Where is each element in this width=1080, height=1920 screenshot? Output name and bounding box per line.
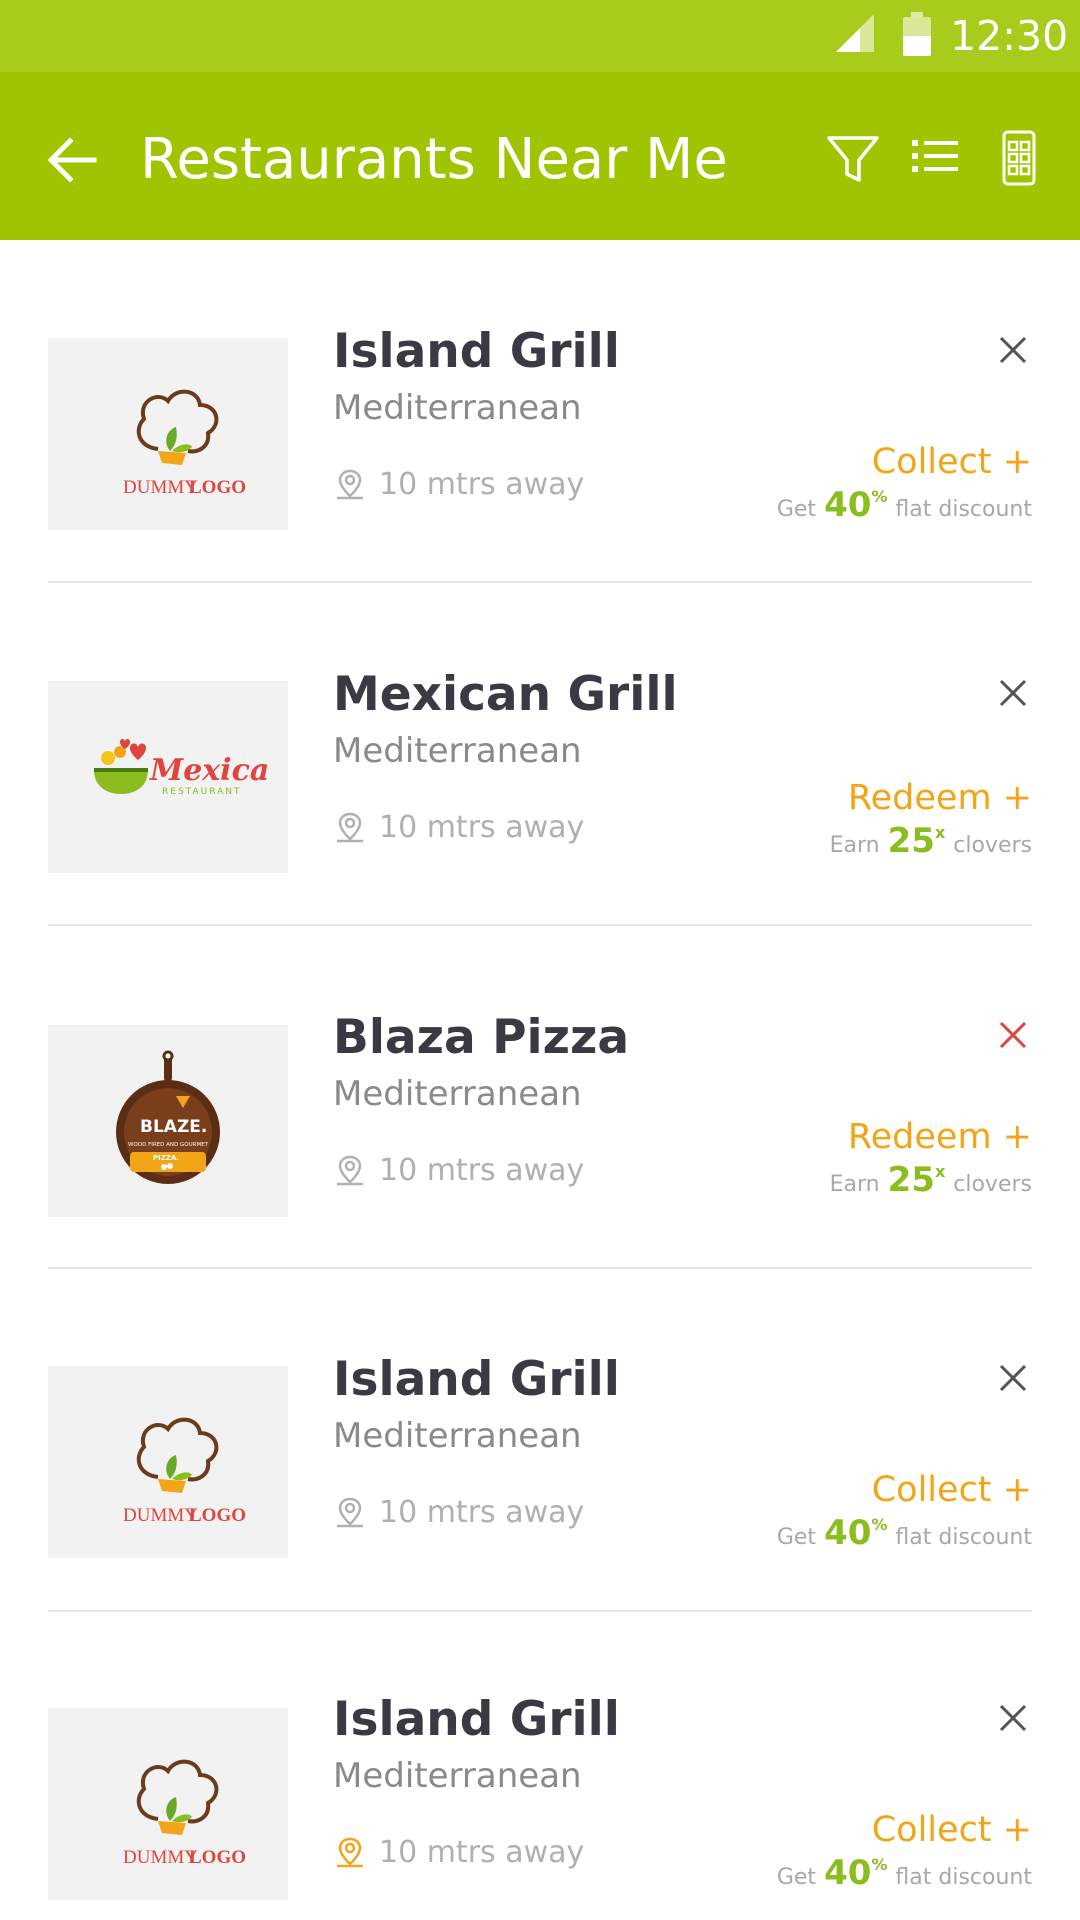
close-icon[interactable]	[995, 1360, 1031, 1396]
list-item[interactable]: DUMMY LOGO Island Grill Mediterranean 10…	[0, 1612, 1080, 1920]
mexican-logo: Mexican RESTAURANT	[94, 739, 268, 797]
distance-row: 10 mtrs away	[333, 1832, 584, 1872]
location-pin-icon	[337, 812, 363, 843]
svg-text:WOOD FIRED AND GOURMET: WOOD FIRED AND GOURMET	[128, 1142, 209, 1148]
restaurant-name: Island Grill	[333, 1692, 620, 1747]
distance-text: 10 mtrs away	[379, 1834, 585, 1870]
status-time: 12:30	[950, 12, 1069, 60]
restaurant-cuisine: Mediterranean	[333, 1756, 582, 1796]
restaurant-cuisine: Mediterranean	[333, 1074, 582, 1114]
svg-text:RESTAURANT: RESTAURANT	[162, 787, 241, 797]
collect-button[interactable]: Collect +	[872, 441, 1032, 483]
restaurant-logo: DUMMY LOGO	[48, 1366, 288, 1558]
chef-hat-logo: DUMMY LOGO	[123, 389, 246, 498]
grid-view-icon[interactable]	[990, 128, 1050, 188]
location-pin-icon	[337, 469, 363, 500]
redeem-button[interactable]: Redeem +	[848, 1116, 1032, 1158]
location-pin-icon	[337, 1155, 363, 1186]
svg-text:DUMMY: DUMMY	[123, 1847, 198, 1868]
close-icon[interactable]	[995, 1017, 1031, 1053]
distance-text: 10 mtrs away	[379, 1152, 585, 1188]
close-icon[interactable]	[995, 675, 1031, 711]
chef-hat-logo: DUMMY LOGO	[123, 1417, 246, 1526]
restaurant-logo: DUMMY LOGO	[48, 338, 288, 530]
restaurant-cuisine: Mediterranean	[333, 1416, 582, 1456]
collect-button[interactable]: Collect +	[872, 1809, 1032, 1851]
location-pin-icon	[337, 1497, 363, 1528]
svg-text:DUMMY: DUMMY	[123, 1505, 198, 1526]
offer-text: Get 40 % flat discount	[776, 1513, 1032, 1553]
distance-text: 10 mtrs away	[379, 809, 585, 845]
restaurant-logo: Mexican RESTAURANT	[48, 681, 288, 873]
svg-text:DUMMY: DUMMY	[123, 477, 198, 498]
distance-text: 10 mtrs away	[379, 1494, 585, 1530]
svg-text:LOGO: LOGO	[189, 477, 246, 498]
restaurant-logo: BLAZE. WOOD FIRED AND GOURMET PIZZA.	[48, 1025, 288, 1217]
restaurant-name: Blaza Pizza	[333, 1010, 630, 1065]
distance-text: 10 mtrs away	[379, 466, 585, 502]
collect-button[interactable]: Collect +	[872, 1469, 1032, 1511]
offer-text: Earn 25 x clovers	[829, 1160, 1032, 1200]
distance-row: 10 mtrs away	[333, 1492, 584, 1532]
list-item[interactable]: DUMMY LOGO Island Grill Mediterranean 10…	[0, 240, 1080, 583]
arrow-left-icon[interactable]	[44, 132, 100, 188]
svg-text:LOGO: LOGO	[189, 1505, 246, 1526]
battery-icon	[903, 12, 931, 56]
close-icon[interactable]	[995, 1700, 1031, 1736]
restaurant-logo: DUMMY LOGO	[48, 1708, 288, 1900]
blaze-pizza-logo: BLAZE. WOOD FIRED AND GOURMET PIZZA.	[116, 1050, 220, 1184]
list-item[interactable]: Mexican RESTAURANT Mexican Grill Mediter…	[0, 583, 1080, 926]
location-pin-icon	[337, 1837, 363, 1868]
funnel-icon[interactable]	[823, 128, 883, 188]
list-view-icon[interactable]	[906, 128, 966, 188]
distance-row: 10 mtrs away	[333, 464, 584, 504]
svg-text:BLAZE.: BLAZE.	[140, 1117, 207, 1137]
app-bar: Restaurants Near Me	[0, 72, 1080, 240]
svg-text:LOGO: LOGO	[189, 1847, 246, 1868]
restaurant-name: Mexican Grill	[333, 667, 678, 722]
chef-hat-logo: DUMMY LOGO	[123, 1759, 246, 1868]
restaurant-cuisine: Mediterranean	[333, 388, 582, 428]
distance-row: 10 mtrs away	[333, 807, 584, 847]
restaurant-name: Island Grill	[333, 1352, 620, 1407]
svg-text:PIZZA.: PIZZA.	[153, 1154, 179, 1162]
page-title: Restaurants Near Me	[140, 127, 728, 192]
close-icon[interactable]	[995, 332, 1031, 368]
redeem-button[interactable]: Redeem +	[848, 777, 1032, 819]
offer-text: Get 40 % flat discount	[776, 485, 1032, 525]
signal-icon	[836, 14, 874, 52]
offer-text: Earn 25 x clovers	[829, 821, 1032, 861]
restaurant-name: Island Grill	[333, 324, 620, 379]
status-bar: 12:30	[0, 0, 1080, 72]
svg-text:Mexican: Mexican	[149, 753, 268, 788]
offer-text: Get 40 % flat discount	[776, 1853, 1032, 1893]
list-item[interactable]: BLAZE. WOOD FIRED AND GOURMET PIZZA. Bla…	[0, 926, 1080, 1269]
restaurant-cuisine: Mediterranean	[333, 731, 582, 771]
list-item[interactable]: DUMMY LOGO Island Grill Mediterranean 10…	[0, 1269, 1080, 1612]
distance-row: 10 mtrs away	[333, 1150, 584, 1190]
